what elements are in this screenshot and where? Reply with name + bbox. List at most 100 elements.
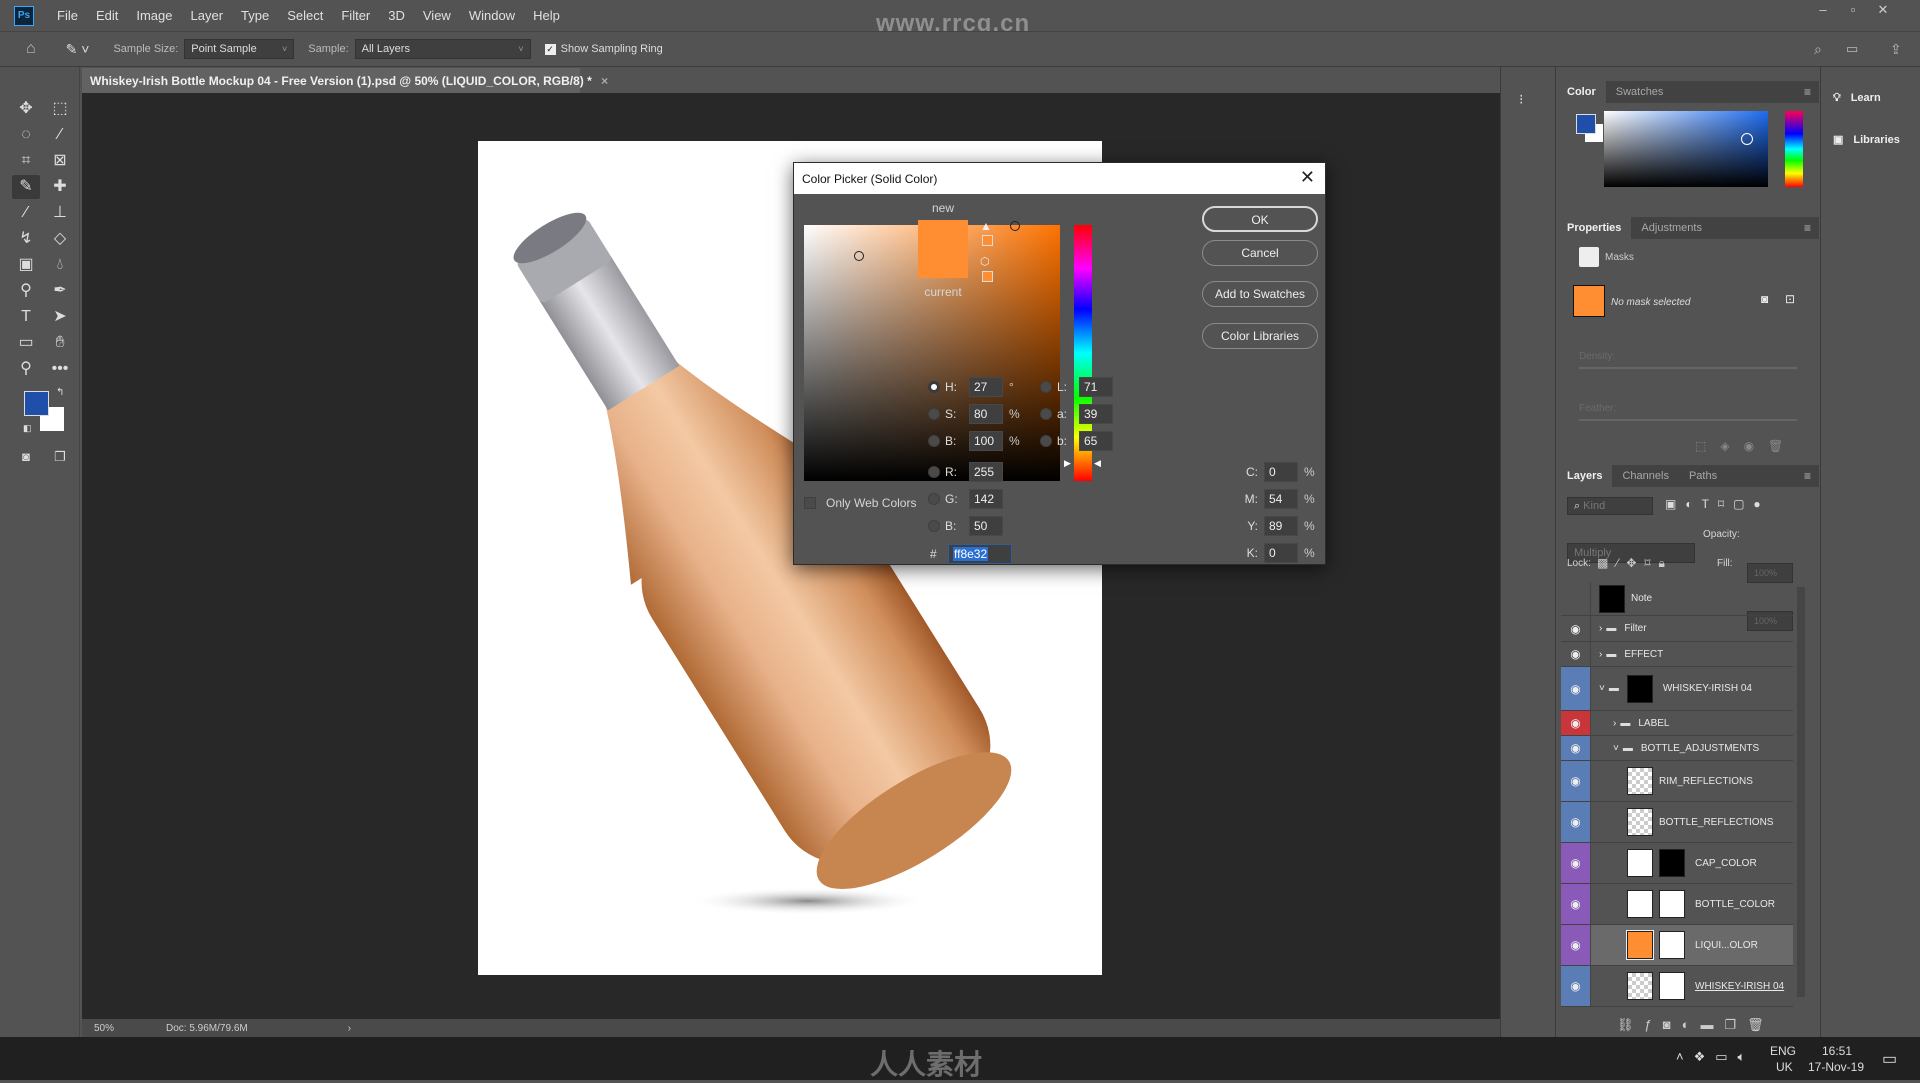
lab-b-radio[interactable] xyxy=(1040,435,1052,447)
visibility-eye-icon[interactable]: ◉ xyxy=(1561,642,1591,666)
menu-filter[interactable]: Filter xyxy=(332,8,379,23)
learn-button[interactable]: 💡︎ Learn xyxy=(1833,92,1917,105)
visibility-eye-icon[interactable] xyxy=(1561,582,1591,615)
type-tool-icon[interactable]: T xyxy=(12,305,40,329)
screen-mode-icon[interactable]: ❐ xyxy=(46,445,74,469)
color-sample-marker[interactable] xyxy=(1741,133,1753,145)
hue-slider-left-arrow-icon[interactable]: ▶ xyxy=(1064,458,1071,469)
layer-filter-icons[interactable]: ▣◐T⌑▢● xyxy=(1665,497,1770,511)
web-safe-cube-icon[interactable]: ⬡ xyxy=(980,255,990,268)
chevron-right-icon[interactable]: › xyxy=(1599,623,1602,634)
sample-size-select[interactable]: Point Sample ˅ xyxy=(184,39,295,59)
move-tool-icon[interactable]: ✥ xyxy=(12,97,40,121)
visibility-eye-icon[interactable]: ◉ xyxy=(1561,711,1591,735)
menu-image[interactable]: Image xyxy=(127,8,181,23)
brightness-radio[interactable] xyxy=(928,435,940,447)
healing-brush-tool-icon[interactable]: ✚ xyxy=(46,175,74,199)
layer-row[interactable]: ◉ RIM_REFLECTIONS xyxy=(1561,761,1793,802)
zoom-tool-icon[interactable]: ⚲ xyxy=(12,357,40,381)
layer-thumbnail[interactable] xyxy=(1626,930,1654,960)
input-region[interactable]: UK xyxy=(1776,1060,1793,1074)
density-slider[interactable] xyxy=(1579,367,1797,369)
layer-name[interactable]: BOTTLE_COLOR xyxy=(1695,899,1775,910)
visibility-eye-icon[interactable]: ◉ xyxy=(1561,925,1591,965)
add-to-swatches-button[interactable]: Add to Swatches xyxy=(1202,281,1318,307)
tab-color[interactable]: Color xyxy=(1557,81,1606,103)
yellow-input[interactable]: 89 xyxy=(1264,516,1298,536)
menu-help[interactable]: Help xyxy=(524,8,569,23)
menu-3d[interactable]: 3D xyxy=(379,8,414,23)
panel-menu-icon[interactable]: ≡ xyxy=(1804,85,1811,99)
green-input[interactable]: 142 xyxy=(969,489,1003,509)
layer-mask-thumbnail[interactable] xyxy=(1659,931,1685,959)
layer-row[interactable]: ◉ BOTTLE_COLOR xyxy=(1561,884,1793,925)
hue-input[interactable]: 27 xyxy=(969,377,1003,397)
layers-scrollbar[interactable] xyxy=(1797,587,1805,997)
gamut-color-swatch[interactable] xyxy=(982,235,993,246)
menu-view[interactable]: View xyxy=(414,8,460,23)
tab-adjustments[interactable]: Adjustments xyxy=(1631,217,1712,239)
layer-filter-kind[interactable]: ⌕ Kind xyxy=(1567,497,1653,515)
color-panel-spectrum[interactable] xyxy=(1604,111,1768,187)
saturation-radio[interactable] xyxy=(928,408,940,420)
chevron-down-icon[interactable]: ˅ xyxy=(1613,743,1619,754)
tab-paths[interactable]: Paths xyxy=(1679,465,1727,487)
eyedropper-tool-icon[interactable]: ✎ xyxy=(12,175,40,199)
visibility-eye-icon[interactable]: ◉ xyxy=(1561,616,1591,641)
layer-thumbnail[interactable] xyxy=(1599,584,1625,613)
home-icon[interactable]: ⌂ xyxy=(26,40,36,58)
lab-l-input[interactable]: 71 xyxy=(1079,377,1113,397)
menu-window[interactable]: Window xyxy=(460,8,524,23)
foreground-color-swatch[interactable] xyxy=(24,391,49,416)
layer-row[interactable]: ◉ BOTTLE_REFLECTIONS xyxy=(1561,802,1793,843)
feather-slider[interactable] xyxy=(1579,419,1797,421)
layer-row[interactable]: ◉ › ▬ LABEL xyxy=(1561,711,1793,736)
system-tray-icons[interactable]: ˄❖▭🔈︎ xyxy=(1676,1049,1755,1065)
layer-row[interactable]: ◉ LIQUI...OLOR xyxy=(1561,925,1793,966)
layer-name[interactable]: CAP_COLOR xyxy=(1695,858,1757,869)
menu-layer[interactable]: Layer xyxy=(182,8,233,23)
maximize-button[interactable]: ▫ xyxy=(1842,2,1864,22)
tab-channels[interactable]: Channels xyxy=(1612,465,1678,487)
tab-layers[interactable]: Layers xyxy=(1557,465,1613,487)
share-icon[interactable]: ⇪ xyxy=(1890,41,1902,58)
clock-date[interactable]: 17-Nov-19 xyxy=(1808,1060,1864,1074)
visibility-eye-icon[interactable]: ◉ xyxy=(1561,884,1591,924)
brightness-input[interactable]: 100 xyxy=(969,431,1003,451)
properties-footer-icons[interactable]: ⬚◈◉🗑︎ xyxy=(1695,439,1797,453)
color-panel-hue-bar[interactable] xyxy=(1785,111,1803,187)
chevron-right-icon[interactable]: › xyxy=(1599,649,1602,660)
eyedropper-preset-icon[interactable]: ✎ ˅ xyxy=(66,41,90,58)
show-sampling-ring-checkbox[interactable]: ✓ xyxy=(544,43,556,55)
path-selection-tool-icon[interactable]: ➤ xyxy=(46,305,74,329)
layer-row[interactable]: ◉ WHISKEY-IRISH 04 xyxy=(1561,966,1793,1007)
green-radio[interactable] xyxy=(928,493,940,505)
ok-button[interactable]: OK xyxy=(1202,206,1318,232)
lab-a-input[interactable]: 39 xyxy=(1079,404,1113,424)
layer-name[interactable]: RIM_REFLECTIONS xyxy=(1659,776,1753,787)
default-colors-icon[interactable]: ◧ xyxy=(23,423,32,434)
color-panel-foreground-swatch[interactable] xyxy=(1576,114,1596,134)
clock-time[interactable]: 16:51 xyxy=(1822,1044,1852,1058)
hue-radio[interactable] xyxy=(928,381,940,393)
layer-mask-thumbnail[interactable] xyxy=(1659,849,1685,877)
visibility-eye-icon[interactable]: ◉ xyxy=(1561,843,1591,883)
layer-thumbnail[interactable] xyxy=(1627,808,1653,836)
menu-file[interactable]: File xyxy=(48,8,87,23)
clone-stamp-tool-icon[interactable]: ⊥ xyxy=(46,201,74,225)
layer-name[interactable]: WHISKEY-IRISH 04 xyxy=(1663,683,1752,694)
search-icon[interactable]: ⌕ xyxy=(1814,41,1822,58)
crop-tool-icon[interactable]: ⌗ xyxy=(12,149,40,173)
panel-menu-icon[interactable]: ≡ xyxy=(1804,469,1811,483)
quick-selection-tool-icon[interactable]: ⁄ xyxy=(46,123,74,147)
chevron-down-icon[interactable]: ˅ xyxy=(1599,683,1605,694)
layer-name[interactable]: Filter xyxy=(1624,623,1646,634)
visibility-eye-icon[interactable]: ◉ xyxy=(1561,802,1591,842)
color-field-marker[interactable] xyxy=(854,251,864,261)
layer-thumbnail[interactable] xyxy=(1627,890,1653,918)
minimize-button[interactable]: – xyxy=(1812,2,1834,22)
tab-properties[interactable]: Properties xyxy=(1557,217,1632,239)
layer-name[interactable]: WHISKEY-IRISH 04 xyxy=(1695,981,1784,992)
layer-thumbnail[interactable] xyxy=(1627,849,1653,877)
layer-thumbnail[interactable] xyxy=(1627,972,1653,1000)
